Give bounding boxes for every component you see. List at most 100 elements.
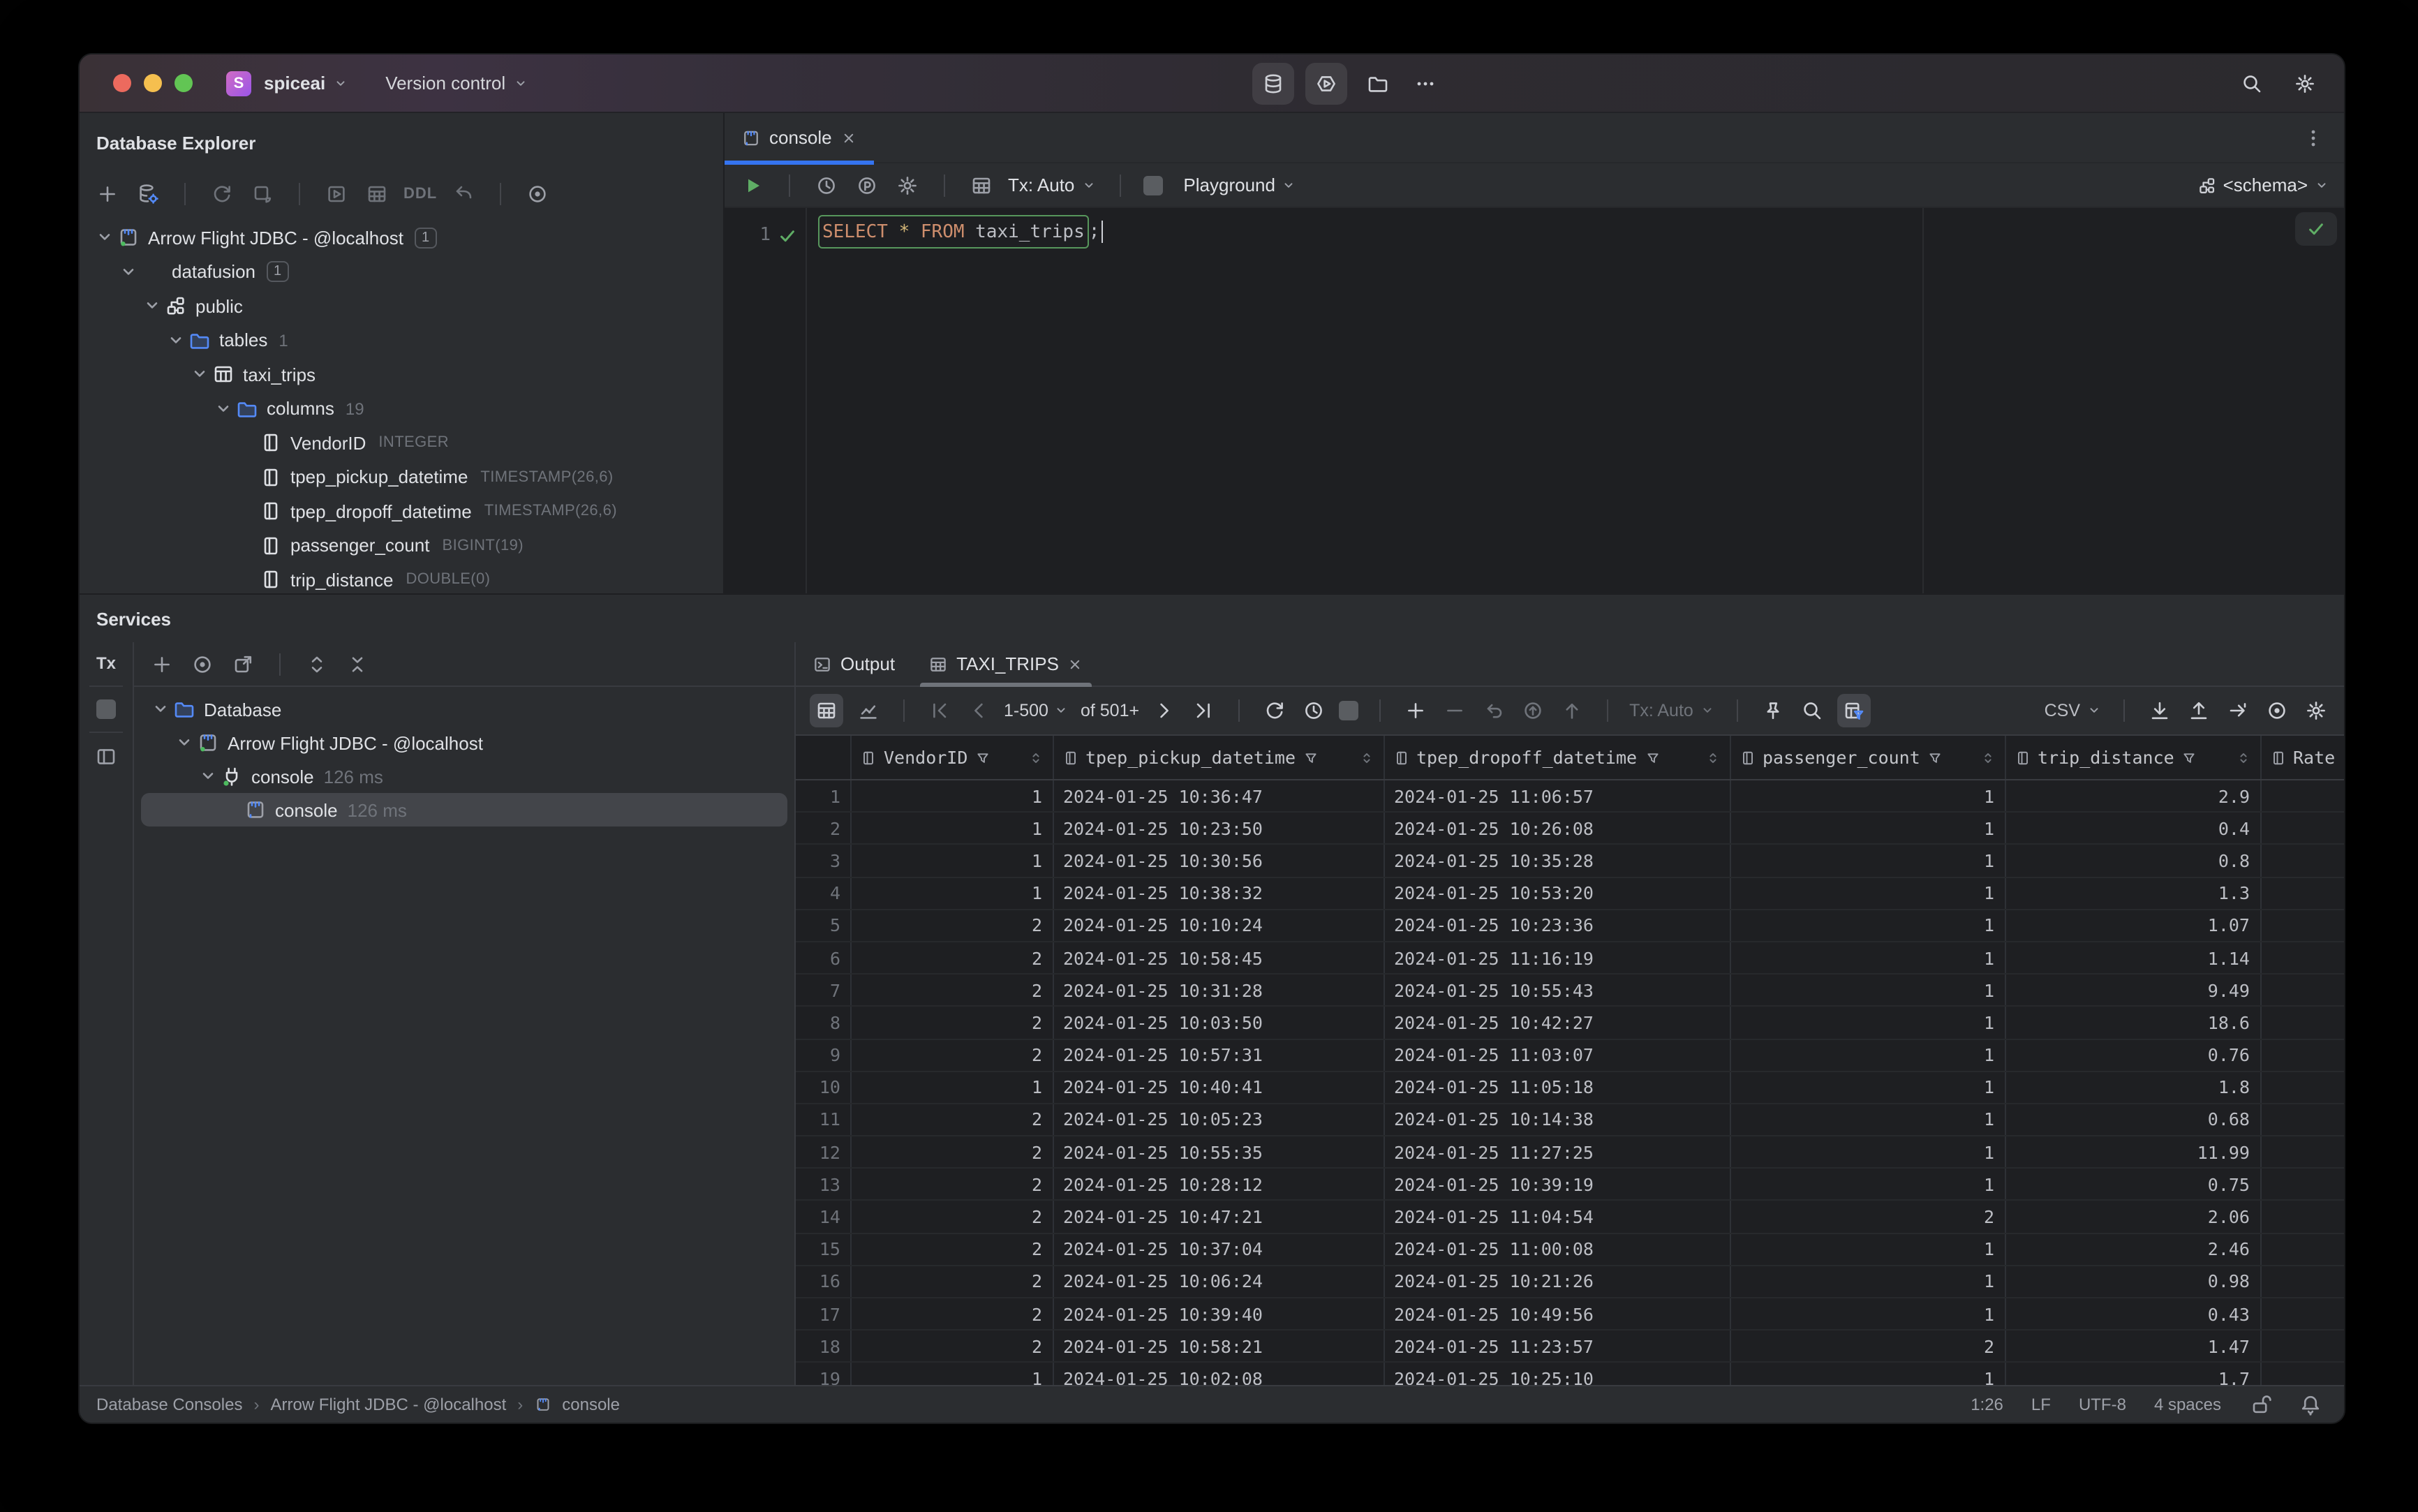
- breadcrumb-consoles[interactable]: Database Consoles: [96, 1395, 242, 1414]
- table-row[interactable]: 8 2 2024-01-25 10:03:50 2024-01-25 10:42:27…: [796, 1007, 2344, 1039]
- chevron-down-icon[interactable]: [141, 295, 163, 318]
- cell-tpep_dropoff_datetime[interactable]: 2024-01-25 11:04:54: [1384, 1201, 1730, 1233]
- cell-passenger_count[interactable]: 2: [1730, 1331, 2005, 1362]
- refresh-icon[interactable]: [208, 180, 236, 208]
- cell-tpep_dropoff_datetime[interactable]: 2024-01-25 10:53:20: [1384, 877, 1730, 909]
- attach-session-icon[interactable]: [249, 180, 276, 208]
- zoom-window-button[interactable]: [175, 74, 193, 92]
- cell-rate[interactable]: [2261, 1104, 2344, 1135]
- chevron-down-icon[interactable]: [173, 732, 195, 754]
- page-size-select[interactable]: 1-500: [1004, 701, 1069, 720]
- expand-all-icon[interactable]: [303, 650, 331, 678]
- stop-strip-button[interactable]: [96, 699, 116, 719]
- code-area[interactable]: SELECT * FROM taxi_trips;: [807, 208, 2344, 593]
- cell-rate[interactable]: [2261, 1298, 2344, 1329]
- row-number[interactable]: 2: [796, 813, 852, 844]
- column-header-rate[interactable]: Rate: [2261, 736, 2344, 779]
- cell-tpep_pickup_datetime[interactable]: 2024-01-25 10:30:56: [1053, 845, 1384, 877]
- filter-funnel-icon[interactable]: [1927, 749, 1944, 766]
- cell-passenger_count[interactable]: 1: [1730, 1007, 2005, 1038]
- grid-settings-icon[interactable]: [2302, 697, 2330, 725]
- indent-setting[interactable]: 4 spaces: [2154, 1395, 2221, 1414]
- cell-tpep_dropoff_datetime[interactable]: 2024-01-25 10:49:56: [1384, 1298, 1730, 1330]
- cell-vendorid[interactable]: 2: [852, 1136, 1053, 1168]
- column-header-vendorid[interactable]: VendorID: [852, 736, 1053, 779]
- filter-funnel-icon[interactable]: [974, 749, 991, 766]
- tab-options-icon[interactable]: [2302, 126, 2324, 149]
- caret-position[interactable]: 1:26: [1971, 1395, 2003, 1414]
- sql-statement[interactable]: SELECT * FROM taxi_trips: [818, 215, 1089, 249]
- table-view-button[interactable]: [810, 694, 843, 727]
- cell-tpep_dropoff_datetime[interactable]: 2024-01-25 10:42:27: [1384, 1007, 1730, 1038]
- cell-passenger_count[interactable]: 1: [1730, 1104, 2005, 1136]
- jump-to-console-icon[interactable]: [322, 180, 350, 208]
- cell-vendorid[interactable]: 2: [852, 1104, 1053, 1136]
- tx-strip-button[interactable]: Tx: [96, 653, 116, 673]
- cell-passenger_count[interactable]: 1: [1730, 1169, 2005, 1200]
- search-everywhere-icon[interactable]: [2241, 73, 2263, 95]
- table-row[interactable]: 13 2 2024-01-25 10:28:12 2024-01-25 10:39:1…: [796, 1169, 2344, 1201]
- cell-vendorid[interactable]: 1: [852, 877, 1053, 909]
- ddl-button[interactable]: DDL: [403, 186, 437, 202]
- cell-rate[interactable]: [2261, 1266, 2344, 1297]
- previous-page-icon[interactable]: [965, 697, 993, 725]
- table-row[interactable]: 9 2 2024-01-25 10:57:31 2024-01-25 11:03:07…: [796, 1039, 2344, 1072]
- cell-rate[interactable]: [2261, 1331, 2344, 1361]
- table-row[interactable]: 15 2 2024-01-25 10:37:04 2024-01-25 11:00:0…: [796, 1233, 2344, 1266]
- project-selector[interactable]: spiceai: [264, 73, 349, 94]
- chevron-down-icon[interactable]: [117, 261, 140, 283]
- sort-icon[interactable]: [1704, 749, 1721, 766]
- tree-item-tables[interactable]: tables 1: [80, 323, 723, 357]
- tree-item-tpep-pickup-datetime[interactable]: tpep_pickup_datetime TIMESTAMP(26,6): [80, 460, 723, 494]
- sort-icon[interactable]: [1358, 749, 1374, 766]
- chevron-down-icon[interactable]: [94, 227, 116, 249]
- tree-item-tpep-dropoff-datetime[interactable]: tpep_dropoff_datetime TIMESTAMP(26,6): [80, 494, 723, 528]
- tree-item-arrow-flight-jdbc-localhost[interactable]: Arrow Flight JDBC - @localhost 1: [80, 221, 723, 255]
- cell-passenger_count[interactable]: 1: [1730, 1298, 2005, 1330]
- row-number[interactable]: 13: [796, 1169, 852, 1200]
- import-data-icon[interactable]: [2185, 697, 2213, 725]
- filter-funnel-icon[interactable]: [1303, 749, 1319, 766]
- cell-trip_distance[interactable]: 0.75: [2005, 1169, 2261, 1200]
- tx-mode-select[interactable]: Tx: Auto: [1629, 701, 1716, 720]
- export-format-select[interactable]: CSV: [2045, 701, 2102, 720]
- add-service-icon[interactable]: [148, 650, 176, 678]
- auto-refresh-icon[interactable]: [1300, 697, 1328, 725]
- row-number[interactable]: 19: [796, 1363, 852, 1385]
- column-header-tpep_dropoff_datetime[interactable]: tpep_dropoff_datetime: [1384, 736, 1730, 779]
- push-icon[interactable]: [1558, 697, 1586, 725]
- filter-funnel-icon[interactable]: [1644, 749, 1661, 766]
- first-page-icon[interactable]: [926, 697, 954, 725]
- open-table-icon[interactable]: [363, 180, 391, 208]
- cell-vendorid[interactable]: 1: [852, 845, 1053, 877]
- cell-vendorid[interactable]: 1: [852, 1072, 1053, 1103]
- cell-vendorid[interactable]: 2: [852, 1039, 1053, 1071]
- cell-passenger_count[interactable]: 1: [1730, 877, 2005, 909]
- edit-as-icon[interactable]: [2224, 697, 2252, 725]
- table-row[interactable]: 11 2 2024-01-25 10:05:23 2024-01-25 10:14:3…: [796, 1104, 2344, 1137]
- tree-item-columns[interactable]: columns 19: [80, 392, 723, 426]
- cell-trip_distance[interactable]: 0.4: [2005, 813, 2261, 844]
- add-row-icon[interactable]: [1402, 697, 1430, 725]
- breadcrumb-datasource[interactable]: Arrow Flight JDBC - @localhost: [270, 1395, 506, 1414]
- column-header-tpep_pickup_datetime[interactable]: tpep_pickup_datetime: [1053, 736, 1384, 779]
- cell-passenger_count[interactable]: 1: [1730, 1039, 2005, 1071]
- chevron-down-icon[interactable]: [149, 698, 172, 720]
- cell-vendorid[interactable]: 1: [852, 780, 1053, 812]
- table-row[interactable]: 16 2 2024-01-25 10:06:24 2024-01-25 10:21:2…: [796, 1266, 2344, 1298]
- row-number[interactable]: 6: [796, 942, 852, 974]
- tx-mode-select[interactable]: Tx: Auto: [1008, 175, 1097, 195]
- cell-passenger_count[interactable]: 1: [1730, 845, 2005, 877]
- cell-vendorid[interactable]: 2: [852, 1331, 1053, 1362]
- cell-tpep_pickup_datetime[interactable]: 2024-01-25 10:55:35: [1053, 1136, 1384, 1168]
- close-icon[interactable]: [1067, 655, 1084, 672]
- tree-item-trip-distance[interactable]: trip_distance DOUBLE(0): [80, 563, 723, 593]
- layout-strip-icon[interactable]: [95, 746, 117, 768]
- cell-trip_distance[interactable]: 18.6: [2005, 1007, 2261, 1038]
- cell-trip_distance[interactable]: 2.9: [2005, 780, 2261, 812]
- reload-data-icon[interactable]: [1261, 697, 1289, 725]
- cell-tpep_pickup_datetime[interactable]: 2024-01-25 10:10:24: [1053, 910, 1384, 941]
- open-each-in-new-tab-icon[interactable]: [229, 650, 257, 678]
- row-number[interactable]: 17: [796, 1298, 852, 1330]
- run-query-button[interactable]: [739, 171, 766, 199]
